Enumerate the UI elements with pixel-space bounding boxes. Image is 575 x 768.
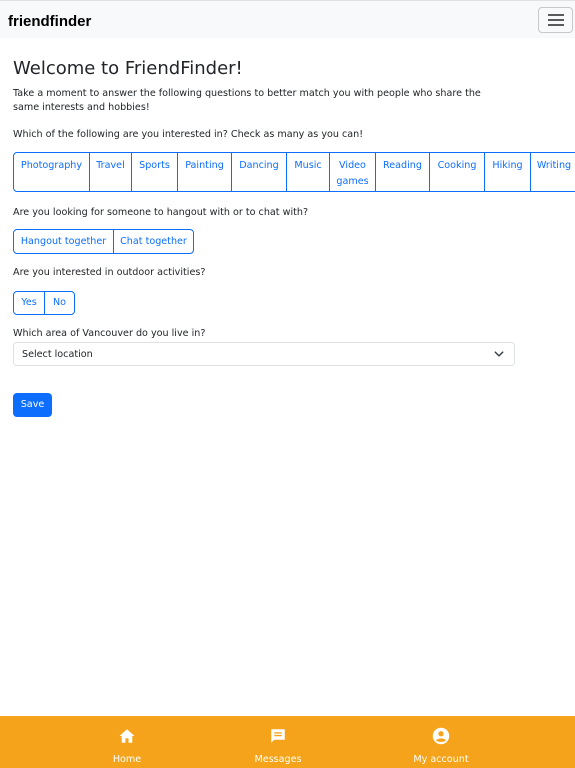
home-icon: [119, 729, 135, 743]
intro-text: Take a moment to answer the following qu…: [13, 88, 481, 113]
hangout-option-hangout[interactable]: Hangout together: [13, 229, 114, 254]
location-select-value: Select location: [22, 349, 93, 360]
interest-option-hiking[interactable]: Hiking: [484, 152, 531, 192]
location-question: Which area of Vancouver do you live in?: [13, 328, 206, 339]
outdoor-question: Are you interested in outdoor activities…: [13, 267, 206, 278]
nav-home[interactable]: Home: [82, 716, 172, 768]
questionnaire: Welcome to FriendFinder! Take a moment t…: [13, 58, 573, 115]
interest-option-writing[interactable]: Writing: [530, 152, 575, 192]
hamburger-icon-line: [548, 19, 564, 21]
outdoor-option-yes[interactable]: Yes: [13, 291, 45, 315]
interest-option-cooking[interactable]: Cooking: [429, 152, 485, 192]
interest-option-painting[interactable]: Painting: [177, 152, 232, 192]
bottom-nav-bar: Home Messages My account: [0, 716, 575, 768]
page-title: Welcome to FriendFinder!: [13, 58, 243, 79]
hangout-button-group: Hangout together Chat together: [13, 229, 194, 254]
interest-option-sports[interactable]: Sports: [131, 152, 178, 192]
menu-toggle-button[interactable]: [538, 7, 573, 33]
outdoor-button-group: Yes No: [13, 291, 75, 315]
brand-logo[interactable]: friendfinder: [8, 13, 91, 30]
interest-option-dancing[interactable]: Dancing: [231, 152, 287, 192]
account-icon: [432, 727, 450, 745]
nav-messages[interactable]: Messages: [233, 716, 323, 768]
interests-button-group: Photography Travel Sports Painting Danci…: [13, 152, 575, 192]
location-select[interactable]: Select location: [13, 342, 515, 366]
hangout-question: Are you looking for someone to hangout w…: [13, 207, 309, 218]
message-icon: [271, 729, 285, 743]
interest-option-reading[interactable]: Reading: [375, 152, 430, 192]
outdoor-option-no[interactable]: No: [44, 291, 75, 315]
interests-question: Which of the following are you intereste…: [13, 129, 364, 140]
save-button[interactable]: Save: [13, 393, 52, 417]
interest-option-video-games[interactable]: Video games: [329, 152, 376, 192]
interest-option-travel[interactable]: Travel: [89, 152, 132, 192]
hamburger-icon-line: [548, 24, 564, 26]
interest-option-music[interactable]: Music: [286, 152, 330, 192]
interest-option-photography[interactable]: Photography: [13, 152, 90, 192]
chevron-down-icon: [494, 351, 504, 357]
nav-home-label: Home: [112, 754, 142, 765]
top-navbar: friendfinder: [0, 0, 575, 38]
hamburger-icon-line: [548, 14, 564, 16]
hangout-option-chat[interactable]: Chat together: [113, 229, 194, 254]
nav-messages-label: Messages: [254, 754, 302, 765]
nav-account[interactable]: My account: [396, 716, 486, 768]
nav-account-label: My account: [413, 754, 469, 765]
